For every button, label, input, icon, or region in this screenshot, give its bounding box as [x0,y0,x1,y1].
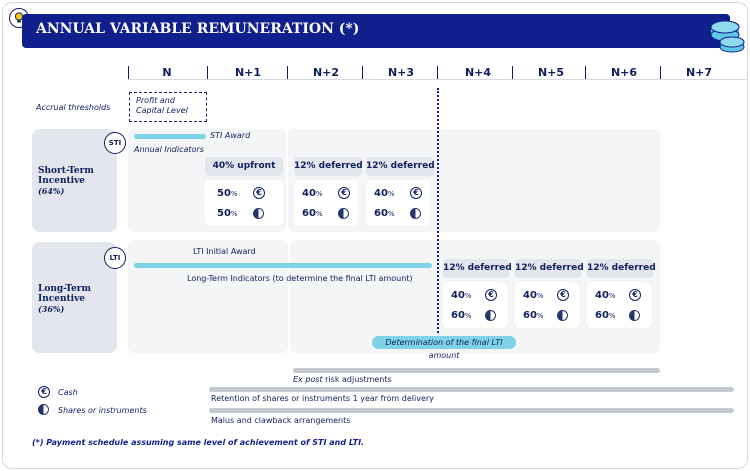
legend-cash-label: Cash [58,388,78,397]
shares-percent: 60% [595,310,616,321]
sti-card-deferred-n2: 40% € 60% [294,180,358,226]
sti-indicators-label: Annual Indicators [134,145,204,154]
shares-percent: 60% [523,310,544,321]
sti-chip-deferred-n2: 12% deferred [294,157,363,176]
cash-euro-icon: € [485,289,497,301]
cash-percent: 40% [523,290,544,301]
timeline-axis [128,79,748,80]
cash-euro-icon: € [338,187,350,199]
cash-euro-icon: € [629,289,641,301]
shares-pie-icon [629,310,640,321]
profit-capital-box: Profit and Capital Level [129,92,207,122]
retention-bar [209,387,734,392]
page-title: ANNUAL VARIABLE REMUNERATION (*) [36,21,360,37]
coins-icon [699,14,747,54]
footnote: (*) Payment schedule assuming same level… [32,438,365,447]
column-header-n5: N+5 [537,66,565,79]
title-banner: ANNUAL VARIABLE REMUNERATION (*) [22,14,730,48]
lti-panel-initial [128,240,288,353]
shares-pie-icon [557,310,568,321]
retention-label: Retention of shares or instruments 1 yea… [211,394,434,403]
lti-chip-deferred-n4: 12% deferred [443,259,512,278]
shares-percent: 50% [217,208,238,219]
column-header-n2: N+2 [312,66,340,79]
column-tick [128,66,129,79]
cash-percent: 40% [302,188,323,199]
lti-card-deferred-n4: 40% € 60% [443,282,507,328]
ex-post-bar [293,368,660,373]
column-header-n1: N+1 [234,66,262,79]
shares-pie-icon [338,208,349,219]
column-tick [362,66,363,79]
cash-euro-icon: € [410,187,422,199]
lti-chip-deferred-n5: 12% deferred [515,259,584,278]
sti-card-deferred-n3: 40% € 60% [366,180,430,226]
legend-shares-label: Shares or instruments [58,406,147,415]
shares-percent: 60% [451,310,472,321]
shares-pie-icon [485,310,496,321]
column-tick [207,66,208,79]
column-header-n4: N+4 [464,66,492,79]
accrual-thresholds-label: Accrual thresholds [36,103,111,112]
determination-chip: Determination of the final LTI amount [372,336,516,360]
shares-pie-icon [410,208,421,219]
sti-card-upfront: 50% € 50% [205,180,283,226]
sti-award-bar [134,134,206,139]
sti-badge: STI [104,132,126,154]
lti-chip-deferred-n6: 12% deferred [587,259,656,278]
shares-pie-icon [253,208,264,219]
shares-percent: 60% [374,208,395,219]
vesting-separator-line [437,88,439,333]
column-tick [287,66,288,79]
lti-award-label: LTI Initial Award [193,247,256,256]
column-tick [512,66,513,79]
column-tick [437,66,438,79]
shares-pie-icon [38,404,49,415]
sti-award-label: STI Award [210,131,251,140]
cash-percent: 40% [374,188,395,199]
shares-percent: 60% [302,208,323,219]
ex-post-label: Ex post risk adjustments [293,375,392,384]
cash-euro-icon: € [557,289,569,301]
sti-chip-deferred-n3: 12% deferred [366,157,435,176]
cash-percent: 40% [451,290,472,301]
column-header-n: N [162,66,172,79]
column-header-n6: N+6 [610,66,638,79]
lti-title: Long-Term Incentive [38,284,92,304]
lti-indicators-bar [134,263,432,268]
column-tick [585,66,586,79]
column-header-n7: N+7 [685,66,713,79]
lti-card-deferred-n5: 40% € 60% [515,282,579,328]
column-tick [660,66,661,79]
lti-card-deferred-n6: 40% € 60% [587,282,651,328]
lti-badge: LTI [104,247,126,269]
sti-title: Short-Term Incentive [38,166,94,186]
sti-chip-upfront: 40% upfront [205,157,283,176]
column-header-n3: N+3 [387,66,415,79]
lti-indicators-label: Long-Term Indicators (to determine the f… [187,274,413,283]
malus-label: Malus and clawback arrangements [211,416,351,425]
cash-euro-icon: € [253,187,265,199]
sti-percent: (64%) [38,186,65,196]
malus-bar [209,408,734,413]
lti-percent: (36%) [38,304,65,314]
cash-percent: 50% [217,188,238,199]
cash-euro-icon: € [38,386,50,398]
cash-percent: 40% [595,290,616,301]
